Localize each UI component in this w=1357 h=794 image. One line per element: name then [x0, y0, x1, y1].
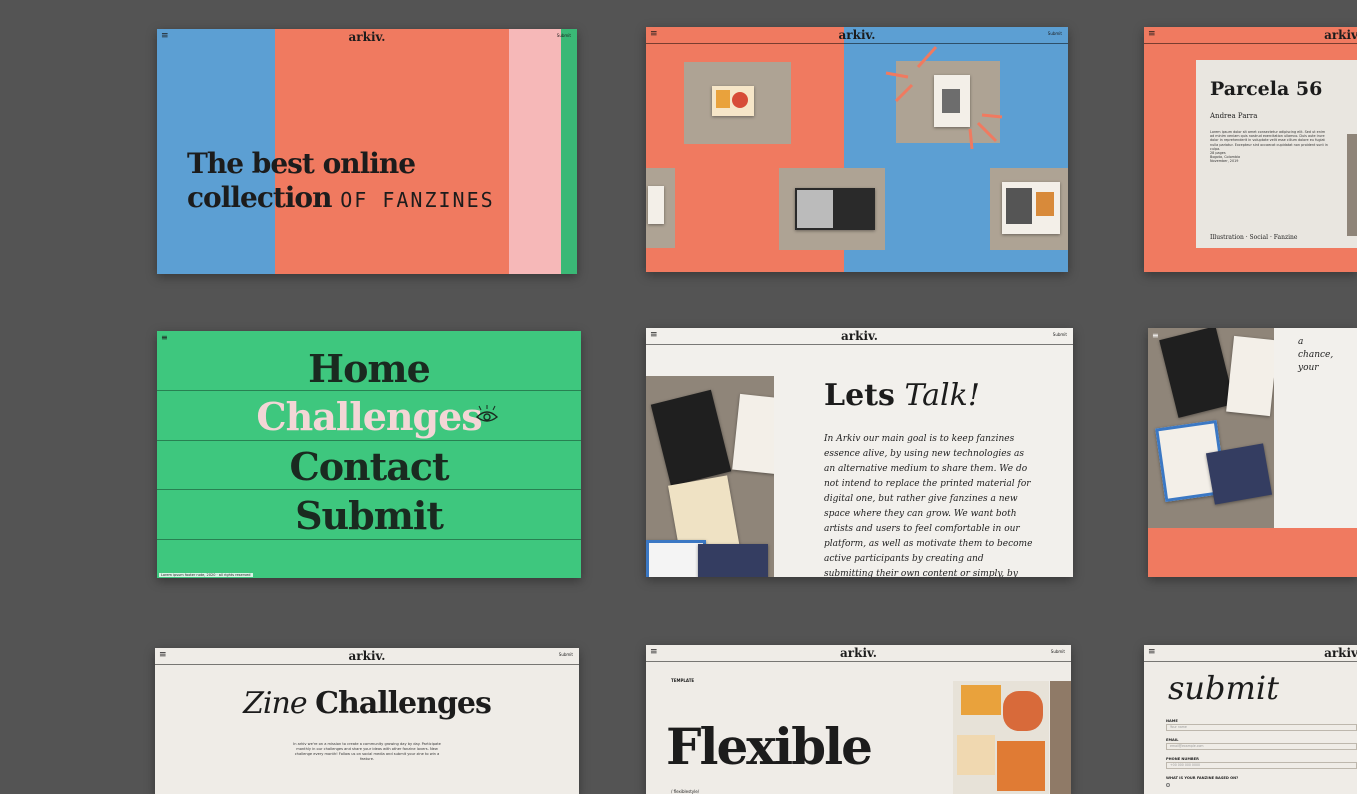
green-stripe	[561, 29, 577, 274]
submit-card: ≡ arkiv. submit NAME Your name EMAIL ema…	[1144, 645, 1357, 794]
zine-cover	[646, 540, 706, 577]
logo[interactable]: arkiv.	[157, 30, 577, 44]
divider	[157, 539, 581, 540]
header: ≡ arkiv. Submit	[646, 328, 1073, 344]
zine-image	[1347, 134, 1357, 236]
zine-cover	[1002, 182, 1060, 234]
nav-submit[interactable]: Submit	[157, 493, 581, 538]
hero-headline: The best online collection OF FANZINES	[187, 147, 495, 217]
submit-link[interactable]: Submit	[1053, 332, 1067, 337]
header-divider	[646, 43, 1068, 44]
flexible-title: Flexible	[666, 717, 873, 776]
email-field: EMAIL email@example.com	[1166, 738, 1357, 750]
header-divider	[646, 344, 1073, 345]
header-divider	[646, 661, 1071, 662]
gallery-card: ≡ arkiv. Submit	[646, 27, 1068, 272]
logo[interactable]: arkiv.	[646, 28, 1068, 42]
eye-icon	[475, 405, 499, 422]
phone-field: PHONE NUMBER +00 000 000 0000	[1166, 757, 1357, 769]
menu-close-icon[interactable]: ≡	[161, 333, 168, 342]
pink-stripe	[509, 29, 561, 274]
header-divider	[155, 664, 579, 665]
fanzine-basis-field: WHAT IS YOUR FANZINE BASED ON?	[1166, 776, 1357, 787]
hero-line-2: collection	[187, 181, 332, 214]
header: ≡ arkiv.	[1144, 27, 1357, 43]
submit-link[interactable]: Submit	[557, 33, 571, 38]
challenges-card: ≡ arkiv. Submit Zine Challenges In arkiv…	[155, 648, 579, 794]
zine-collage	[1148, 328, 1274, 528]
logo[interactable]: arkiv.	[155, 649, 579, 663]
zine-thumbnail[interactable]	[779, 168, 885, 250]
header-divider	[1144, 43, 1357, 44]
zine-thumbnail[interactable]	[646, 168, 675, 248]
divider	[157, 489, 581, 490]
header-divider	[1144, 661, 1357, 662]
header: ≡ arkiv. Submit	[646, 27, 1068, 43]
contact-title: Lets Talk!	[824, 378, 980, 413]
hamburger-icon[interactable]: ≡	[1148, 29, 1156, 39]
detail-panel: Parcela 56 Andrea Parra Lorem ipsum dolo…	[1196, 60, 1357, 248]
zine-image	[953, 681, 1049, 794]
zine-author[interactable]: Andrea Parra	[1210, 112, 1257, 120]
zine-cover	[795, 188, 875, 230]
contact-card: ≡ arkiv. Submit Lets Talk! In Arkiv our …	[646, 328, 1073, 577]
zine-cover	[648, 186, 664, 224]
zine-cover	[712, 86, 754, 116]
flexible-sublabel: / flexiblestyle/	[671, 789, 700, 794]
header: ≡ arkiv.	[1144, 645, 1357, 661]
hero-line-1: The best online	[187, 147, 416, 180]
nav-contact[interactable]: Contact	[157, 444, 581, 489]
submit-link[interactable]: Submit	[1048, 31, 1062, 36]
hamburger-icon[interactable]: ≡	[1152, 331, 1159, 340]
zine-tags[interactable]: Illustration · Social · Fanzine	[1210, 234, 1297, 241]
hamburger-icon[interactable]: ≡	[1148, 647, 1156, 657]
zine-image-edge	[1050, 681, 1071, 794]
zine-cover	[650, 389, 732, 487]
header: ≡ arkiv. Submit	[157, 29, 577, 45]
side-text: a chance, your	[1298, 337, 1334, 373]
nav-challenges[interactable]: Challenges	[157, 394, 581, 439]
logo[interactable]: arkiv.	[1324, 28, 1357, 42]
email-input[interactable]: email@example.com	[1166, 743, 1357, 750]
zine-cover	[1226, 335, 1274, 417]
logo[interactable]: arkiv.	[1324, 646, 1357, 660]
zine-thumbnail[interactable]	[990, 168, 1068, 250]
submit-title: submit	[1168, 669, 1279, 707]
logo[interactable]: arkiv.	[646, 329, 1073, 343]
zine-date: November, 2019	[1210, 159, 1239, 164]
header: ≡ arkiv. Submit	[155, 648, 579, 664]
name-field: NAME Your name	[1166, 719, 1357, 731]
zine-title: Parcela 56	[1210, 78, 1323, 100]
zine-cover	[732, 393, 774, 475]
zine-detail-card: ≡ arkiv. Parcela 56 Andrea Parra Lorem i…	[1144, 27, 1357, 272]
logo[interactable]: arkiv.	[646, 646, 1071, 660]
zine-cover	[1205, 443, 1273, 505]
challenges-title: Zine Challenges	[243, 686, 492, 721]
zine-collage	[646, 376, 774, 577]
coral-footer	[1148, 528, 1357, 577]
phone-input[interactable]: +00 000 000 0000	[1166, 762, 1357, 769]
hero-card: ≡ arkiv. Submit The best online collecti…	[157, 29, 577, 274]
zine-description: Lorem ipsum dolor sit amet consectetur a…	[1210, 130, 1328, 164]
section-label: TEMPLATE	[671, 678, 695, 683]
burst-icon	[885, 45, 1003, 150]
footer-note: Lorem ipsum footer note, 2020 · all righ…	[159, 573, 253, 577]
header: ≡ arkiv. Submit	[646, 645, 1071, 661]
contact-alt-card: ≡ a chance, your	[1148, 328, 1357, 577]
nav-home[interactable]: Home	[157, 346, 581, 391]
name-input[interactable]: Your name	[1166, 724, 1357, 731]
divider	[157, 440, 581, 441]
zine-thumbnail[interactable]	[684, 62, 791, 144]
zine-cover	[698, 544, 768, 577]
challenges-intro: In arkiv we're on a mission to create a …	[293, 742, 441, 761]
hero-script: OF FANZINES	[340, 188, 495, 212]
zine-cover	[1159, 328, 1235, 418]
menu-card: ≡ Home Challenges Contact Submit Lorem i…	[157, 331, 581, 578]
radio-option[interactable]	[1166, 783, 1170, 787]
submit-link[interactable]: Submit	[1051, 649, 1065, 654]
contact-letter: In Arkiv our main goal is to keep fanzin…	[824, 434, 1033, 577]
submit-link[interactable]: Submit	[559, 652, 573, 657]
flexible-card: ≡ arkiv. Submit TEMPLATE Flexible / flex…	[646, 645, 1071, 794]
